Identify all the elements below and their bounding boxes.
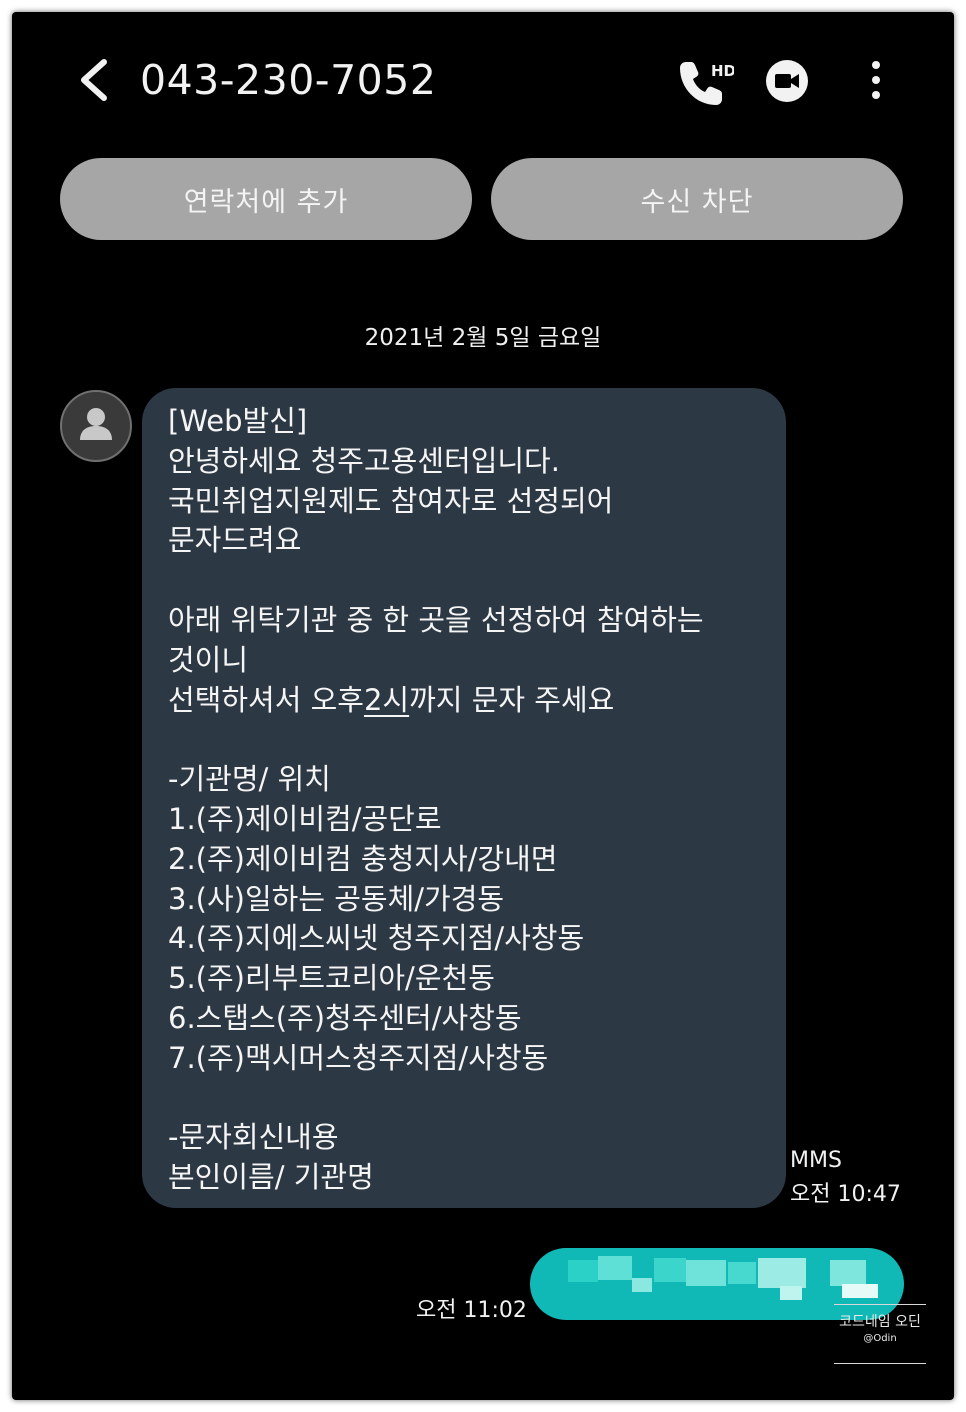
message-meta: MMS 오전 10:47 (790, 1144, 901, 1212)
message-line: 본인이름/ 기관명 (168, 1160, 374, 1195)
message-line: 문자드려요 (168, 523, 302, 558)
sent-time: 오전 11:02 (416, 1298, 527, 1323)
pixelated-content (568, 1260, 598, 1282)
date-divider: 2021년 2월 5일 금요일 (364, 325, 602, 351)
pixelated-content (598, 1256, 632, 1280)
message-line: -문자회신내용 (168, 1120, 339, 1155)
phone-number-title: 043-230-7052 (140, 56, 437, 104)
message-line: 아래 위탁기관 중 한 곳을 선정하여 참여하는 (168, 602, 704, 637)
watermark-handle: @Odin (863, 1333, 897, 1344)
message-line: 선택하셔서 오후2시까지 문자 주세요 (168, 681, 766, 721)
message-line: 것이니 (168, 642, 249, 677)
message-line (168, 720, 766, 760)
message-line: 안녕하세요 청주고용센터입니다. (168, 443, 560, 478)
more-vertical-icon[interactable] (862, 58, 890, 102)
add-to-contacts-button[interactable]: 연락처에 추가 (60, 158, 472, 240)
watermark-title: 코드네임 오딘 (839, 1314, 921, 1330)
pixelated-content (654, 1258, 686, 1282)
chevron-left-icon[interactable] (72, 54, 116, 106)
pixelated-content (632, 1278, 652, 1292)
watermark: 코드네임 오딘 @Odin (834, 1304, 926, 1364)
block-number-button[interactable]: 수신 차단 (491, 158, 903, 240)
pixelated-content (842, 1284, 878, 1298)
message-line (168, 561, 766, 601)
message-line: -기관명/ 위치 (168, 762, 331, 797)
hd-label: HD (711, 62, 734, 80)
received-time: 오전 10:47 (790, 1182, 901, 1207)
person-avatar-icon[interactable] (60, 390, 132, 462)
message-line: 7.(주)맥시머스청주지점/사창동 (168, 1040, 549, 1075)
message-text: 선택하셔서 오후 (168, 682, 364, 717)
messages-screen: 043-230-7052 HD 연락처에 추가 수신 차단 2021년 2월 5… (12, 12, 954, 1400)
message-line: [Web발신] (168, 404, 308, 438)
conversation-header: 043-230-7052 HD (12, 12, 954, 152)
hd-voice-call-icon[interactable]: HD (674, 56, 734, 110)
pixelated-content (758, 1258, 806, 1288)
message-line: 3.(사)일하는 공동체/가경동 (168, 881, 505, 916)
pixelated-content (830, 1260, 866, 1286)
pixelated-content (780, 1286, 802, 1300)
message-text: 까지 문자 주세요 (409, 682, 615, 717)
pixelated-content (686, 1260, 726, 1286)
message-line: 1.(주)제이비컴/공단로 (168, 801, 442, 836)
received-message-bubble[interactable]: [Web발신] 안녕하세요 청주고용센터입니다. 국민취업지원제도 참여자로 선정되… (142, 388, 786, 1208)
message-type-label: MMS (790, 1148, 842, 1173)
video-call-icon[interactable] (764, 58, 810, 104)
message-line: 6.스탭스(주)청주센터/사창동 (168, 1000, 522, 1035)
message-line (168, 1079, 766, 1119)
underlined-time-text: 2시 (363, 682, 410, 717)
message-line: 국민취업지원제도 참여자로 선정되어 (168, 483, 614, 518)
message-line: 4.(주)지에스씨넷 청주지점/사창동 (168, 921, 585, 956)
pixelated-content (728, 1262, 756, 1284)
message-line: 2.(주)제이비컴 충청지사/강내면 (168, 841, 558, 876)
message-line: 5.(주)리부트코리아/운천동 (168, 961, 495, 996)
